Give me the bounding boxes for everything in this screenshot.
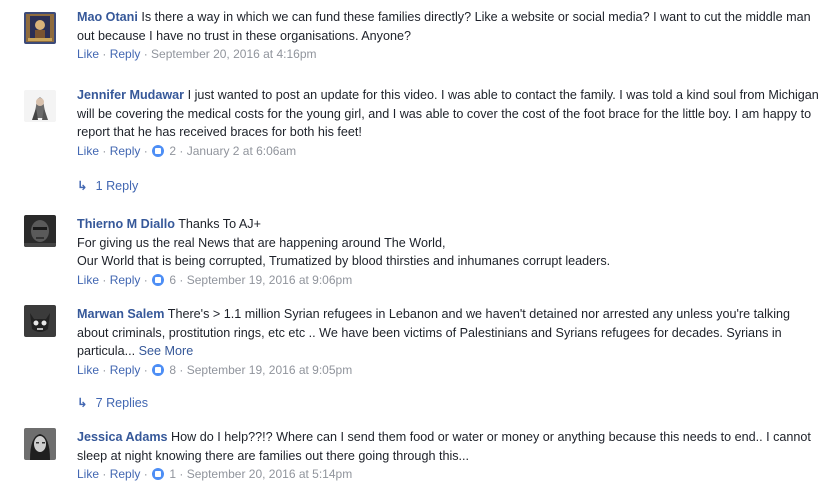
comment-feed: Mao Otani Is there a way in which we can…	[0, 0, 827, 484]
see-more-link[interactable]: See More	[139, 344, 194, 358]
meta-separator: ·	[140, 467, 152, 481]
like-reaction-icon	[152, 144, 165, 157]
comment-text-line: For giving us the real News that are hap…	[77, 235, 446, 250]
comment-timestamp[interactable]: September 19, 2016 at 9:05pm	[187, 363, 352, 377]
reply-link[interactable]: Reply	[110, 363, 141, 377]
comment-text-line: Our World that is being corrupted, Truma…	[77, 254, 611, 268]
meta-separator: ·	[140, 272, 152, 287]
comment-body: Jennifer Mudawar I just wanted to post a…	[77, 86, 819, 160]
comment-meta: Like · Reply · 2 · January 2 at 6:06am	[77, 142, 819, 161]
meta-separator: ·	[176, 143, 187, 158]
like-reaction-icon	[152, 363, 165, 376]
comment-author[interactable]: Thierno M Diallo	[77, 217, 175, 231]
reply-arrow-icon: ↳	[77, 179, 88, 193]
avatar[interactable]	[24, 215, 56, 247]
comment-body: Mao Otani Is there a way in which we can…	[77, 8, 819, 64]
meta-separator: ·	[140, 47, 152, 61]
comment-body: Marwan Salem There's > 1.1 million Syria…	[77, 305, 819, 379]
meta-separator: ·	[176, 467, 187, 481]
comment-body: Thierno M Diallo Thanks To AJ+ For givin…	[77, 215, 819, 289]
like-link[interactable]: Like	[77, 144, 99, 158]
like-link[interactable]: Like	[77, 47, 99, 61]
avatar[interactable]	[24, 305, 56, 337]
meta-separator: ·	[99, 467, 110, 481]
like-link[interactable]: Like	[77, 273, 99, 287]
like-link[interactable]: Like	[77, 363, 99, 377]
meta-separator: ·	[140, 362, 152, 377]
reply-link[interactable]: Reply	[110, 144, 141, 158]
comment-meta: Like · Reply · September 20, 2016 at 4:1…	[77, 45, 819, 64]
avatar-marwan-salem-icon	[24, 305, 56, 337]
comment-timestamp[interactable]: January 2 at 6:06am	[187, 144, 296, 158]
replies-count: 7 Replies	[95, 396, 149, 410]
comment-timestamp[interactable]: September 20, 2016 at 4:16pm	[151, 47, 316, 61]
comment-timestamp[interactable]: September 20, 2016 at 5:14pm	[187, 467, 352, 481]
meta-separator: ·	[99, 47, 110, 61]
avatar-jessica-adams-icon	[24, 428, 56, 460]
replies-count: 1 Reply	[95, 179, 139, 193]
avatar[interactable]	[24, 90, 56, 122]
like-reaction-icon	[152, 273, 165, 286]
comment-author[interactable]: Jennifer Mudawar	[77, 88, 184, 102]
reply-arrow-icon: ↳	[77, 396, 88, 410]
view-replies-link[interactable]: ↳ 7 Replies	[77, 395, 148, 410]
meta-separator: ·	[99, 362, 110, 377]
comment-text: Is there a way in which we can fund thes…	[77, 10, 811, 43]
like-reaction-icon	[152, 468, 165, 480]
comment-timestamp[interactable]: September 19, 2016 at 9:06pm	[187, 273, 352, 287]
comment-body: Jessica Adams How do I help??!? Where ca…	[77, 428, 819, 484]
comment-text: How do I help??!? Where can I send them …	[77, 430, 811, 463]
comment-meta: Like · Reply · 1 · September 20, 2016 at…	[77, 465, 819, 484]
avatar[interactable]	[24, 12, 56, 44]
avatar-jennifer-mudawar-icon	[24, 90, 56, 122]
meta-separator: ·	[140, 143, 152, 158]
meta-separator: ·	[176, 272, 187, 287]
avatar-mao-otani-icon	[24, 12, 56, 44]
comment-text: I just wanted to post an update for this…	[77, 88, 819, 139]
like-link[interactable]: Like	[77, 467, 99, 481]
comment-meta: Like · Reply · 8 · September 19, 2016 at…	[77, 361, 819, 380]
comment-author[interactable]: Mao Otani	[77, 10, 138, 24]
avatar-thierno-diallo-icon	[24, 215, 56, 247]
meta-separator: ·	[99, 143, 110, 158]
comment-author[interactable]: Marwan Salem	[77, 307, 165, 321]
reply-link[interactable]: Reply	[110, 273, 141, 287]
comment-author[interactable]: Jessica Adams	[77, 430, 168, 444]
view-replies-link[interactable]: ↳ 1 Reply	[77, 178, 138, 193]
avatar[interactable]	[24, 428, 56, 460]
reply-link[interactable]: Reply	[110, 467, 141, 481]
comment-text-line: Thanks To AJ+	[174, 217, 261, 231]
reply-link[interactable]: Reply	[110, 47, 141, 61]
meta-separator: ·	[99, 272, 110, 287]
comment-meta: Like · Reply · 6 · September 19, 2016 at…	[77, 271, 819, 290]
meta-separator: ·	[176, 362, 187, 377]
